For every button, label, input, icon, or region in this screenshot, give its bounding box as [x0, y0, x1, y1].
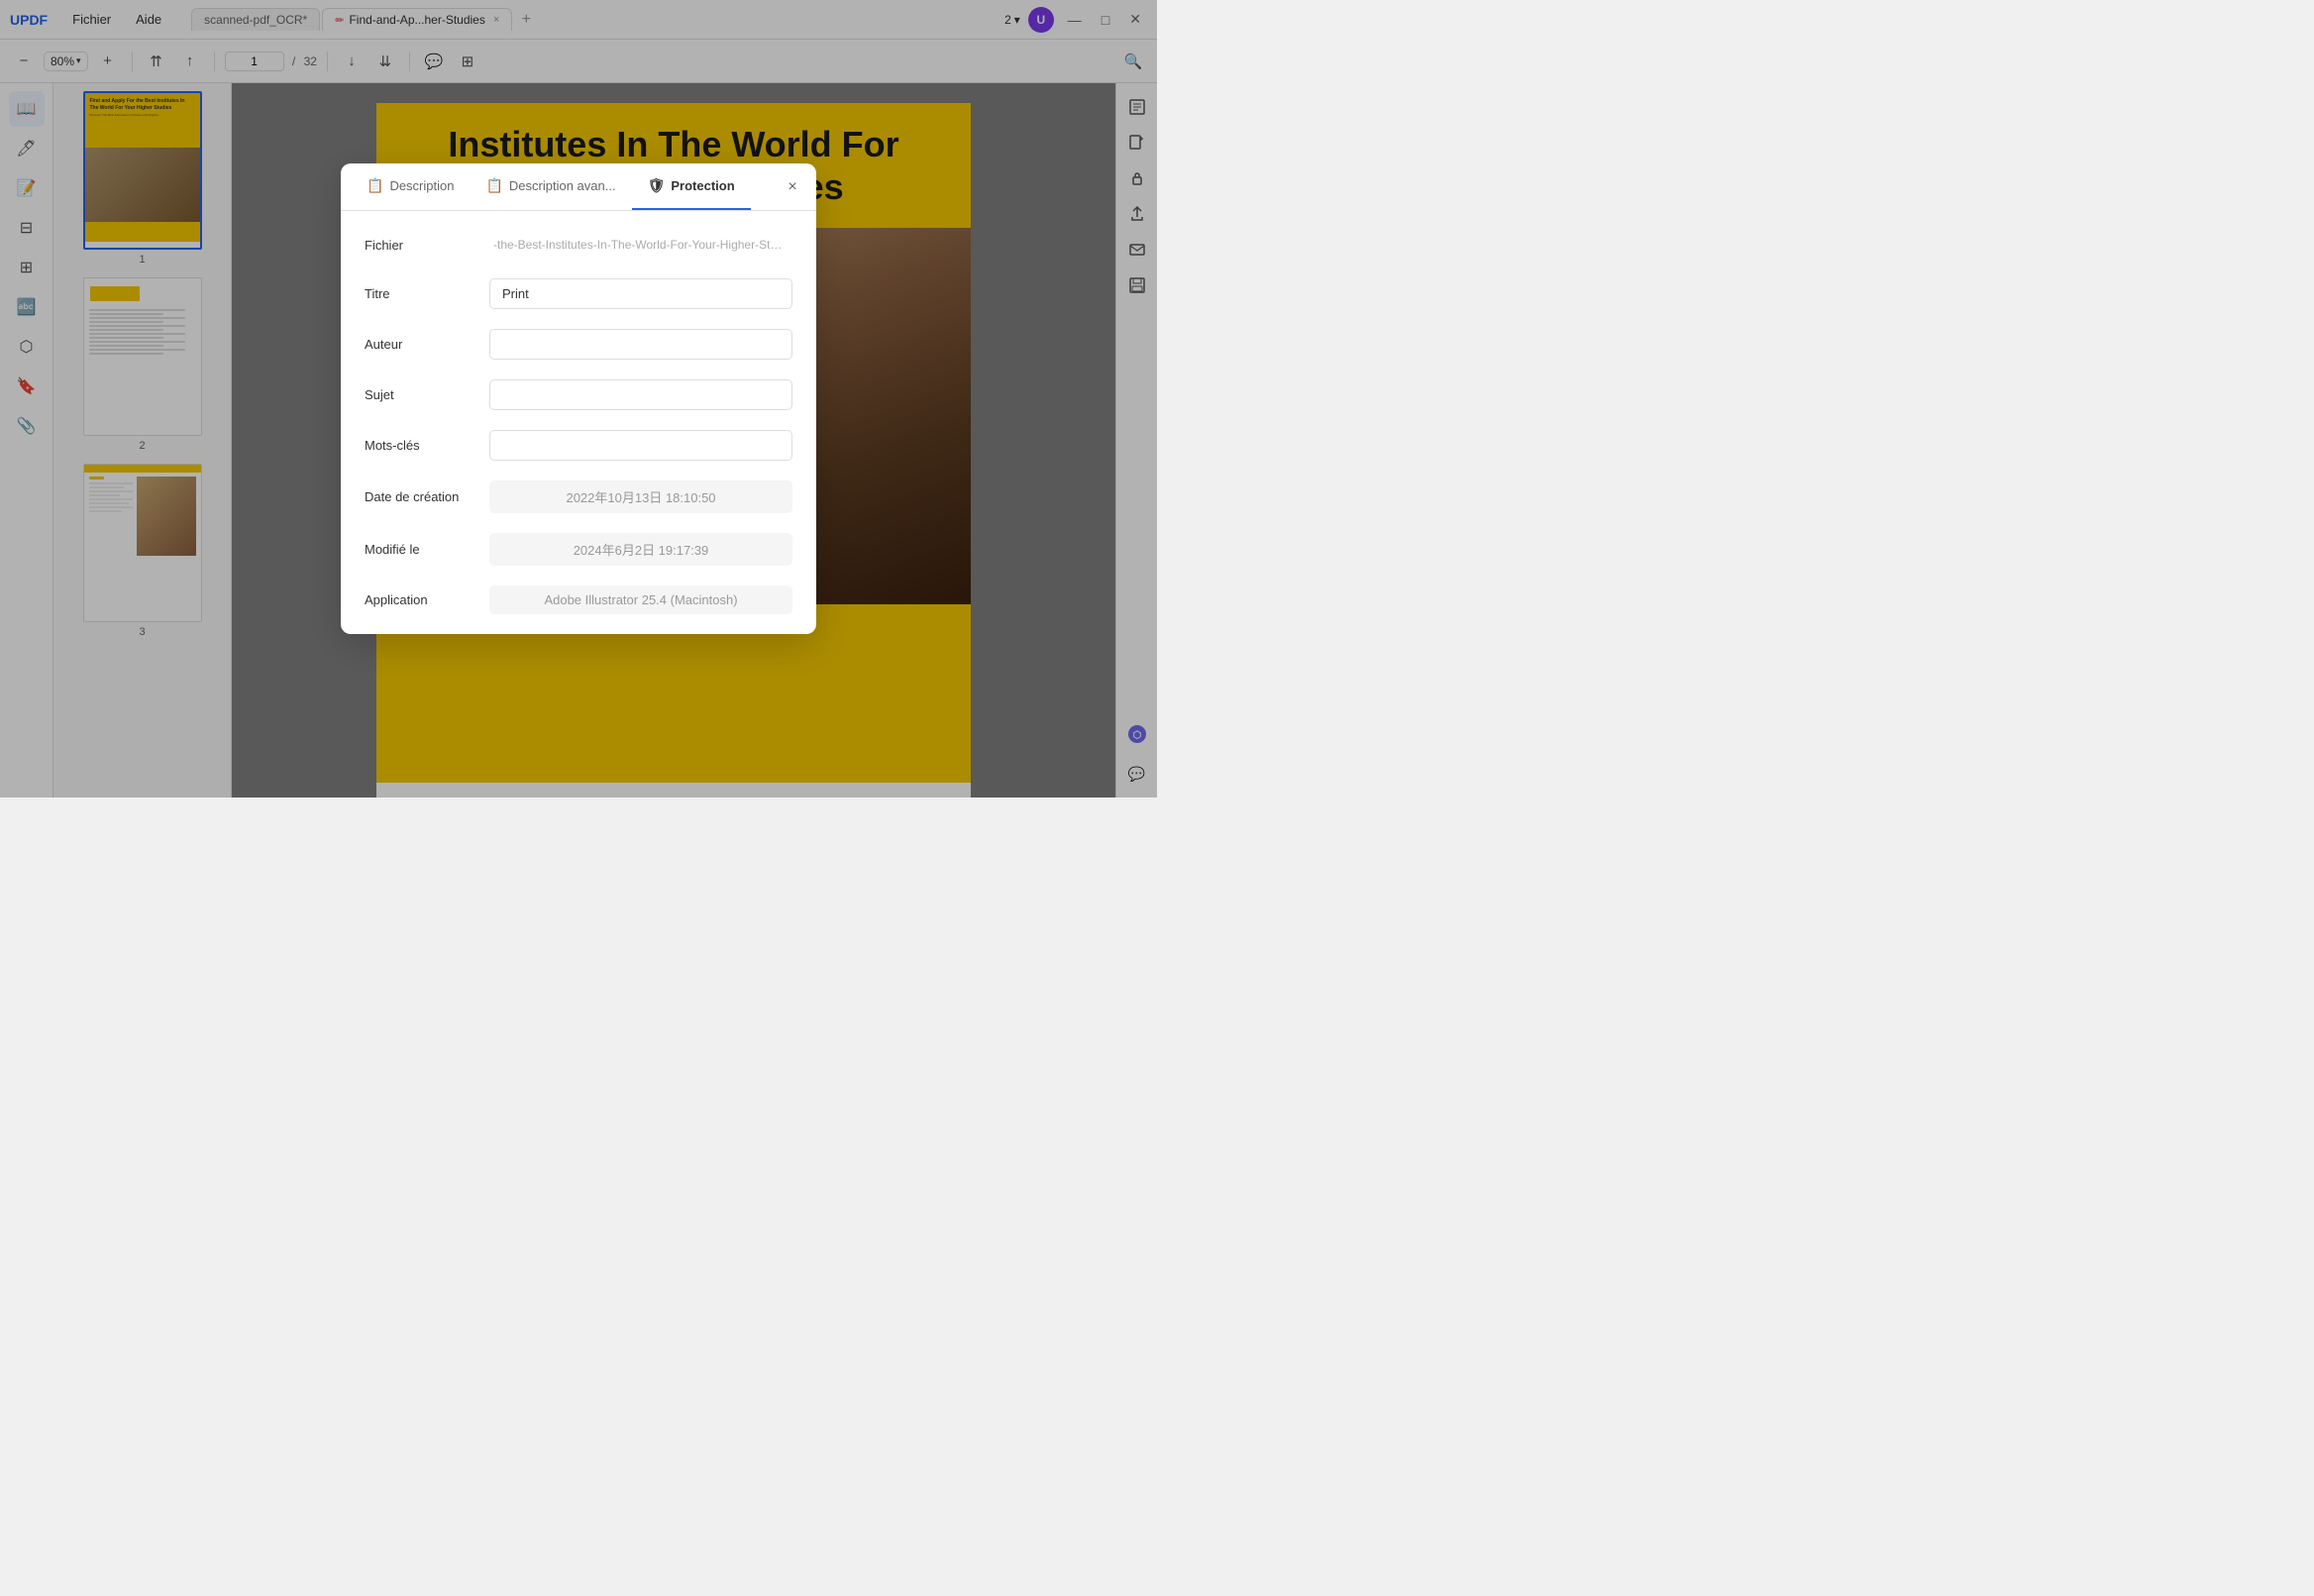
modifie-value: 2024年6月2日 19:17:39: [489, 533, 792, 566]
modal-tabs: 📋 Description 📋 Description avan... 🛡 Pr…: [341, 163, 816, 211]
protection-tab-label: Protection: [671, 178, 734, 193]
date-creation-label: Date de création: [365, 489, 473, 504]
description-avancee-tab-label: Description avan...: [509, 178, 616, 193]
auteur-row: Auteur: [341, 319, 816, 370]
mots-cles-input[interactable]: [489, 430, 792, 461]
fichier-value: -the-Best-Institutes-In-The-World-For-Yo…: [489, 231, 792, 259]
auteur-label: Auteur: [365, 337, 473, 352]
modal-body: Fichier -the-Best-Institutes-In-The-Worl…: [341, 211, 816, 634]
sujet-label: Sujet: [365, 387, 473, 402]
description-tab-icon: 📋: [367, 177, 383, 194]
application-row: Application Adobe Illustrator 25.4 (Maci…: [341, 576, 816, 624]
application-label: Application: [365, 592, 473, 607]
modal-tab-protection[interactable]: 🛡 Protection: [632, 163, 751, 210]
titre-input[interactable]: [489, 278, 792, 309]
protection-tab-icon: 🛡: [648, 177, 666, 194]
modifie-label: Modifié le: [365, 542, 473, 557]
modal-overlay[interactable]: 📋 Description 📋 Description avan... 🛡 Pr…: [0, 0, 1157, 798]
modal-close-btn[interactable]: ×: [779, 173, 806, 201]
sujet-row: Sujet: [341, 370, 816, 420]
date-creation-row: Date de création 2022年10月13日 18:10:50: [341, 471, 816, 523]
description-tab-label: Description: [389, 178, 454, 193]
document-properties-modal: 📋 Description 📋 Description avan... 🛡 Pr…: [341, 163, 816, 634]
date-creation-value: 2022年10月13日 18:10:50: [489, 480, 792, 513]
modal-tab-description[interactable]: 📋 Description: [351, 163, 470, 210]
fichier-label: Fichier: [365, 238, 473, 253]
sujet-input[interactable]: [489, 379, 792, 410]
application-value: Adobe Illustrator 25.4 (Macintosh): [489, 585, 792, 614]
titre-row: Titre: [341, 268, 816, 319]
mots-cles-row: Mots-clés: [341, 420, 816, 471]
modal-tab-description-avancee[interactable]: 📋 Description avan...: [470, 163, 631, 210]
modifie-row: Modifié le 2024年6月2日 19:17:39: [341, 523, 816, 576]
fichier-row: Fichier -the-Best-Institutes-In-The-Worl…: [341, 221, 816, 268]
mots-cles-label: Mots-clés: [365, 438, 473, 453]
auteur-input[interactable]: [489, 329, 792, 360]
titre-label: Titre: [365, 286, 473, 301]
description-avancee-tab-icon: 📋: [485, 177, 502, 194]
